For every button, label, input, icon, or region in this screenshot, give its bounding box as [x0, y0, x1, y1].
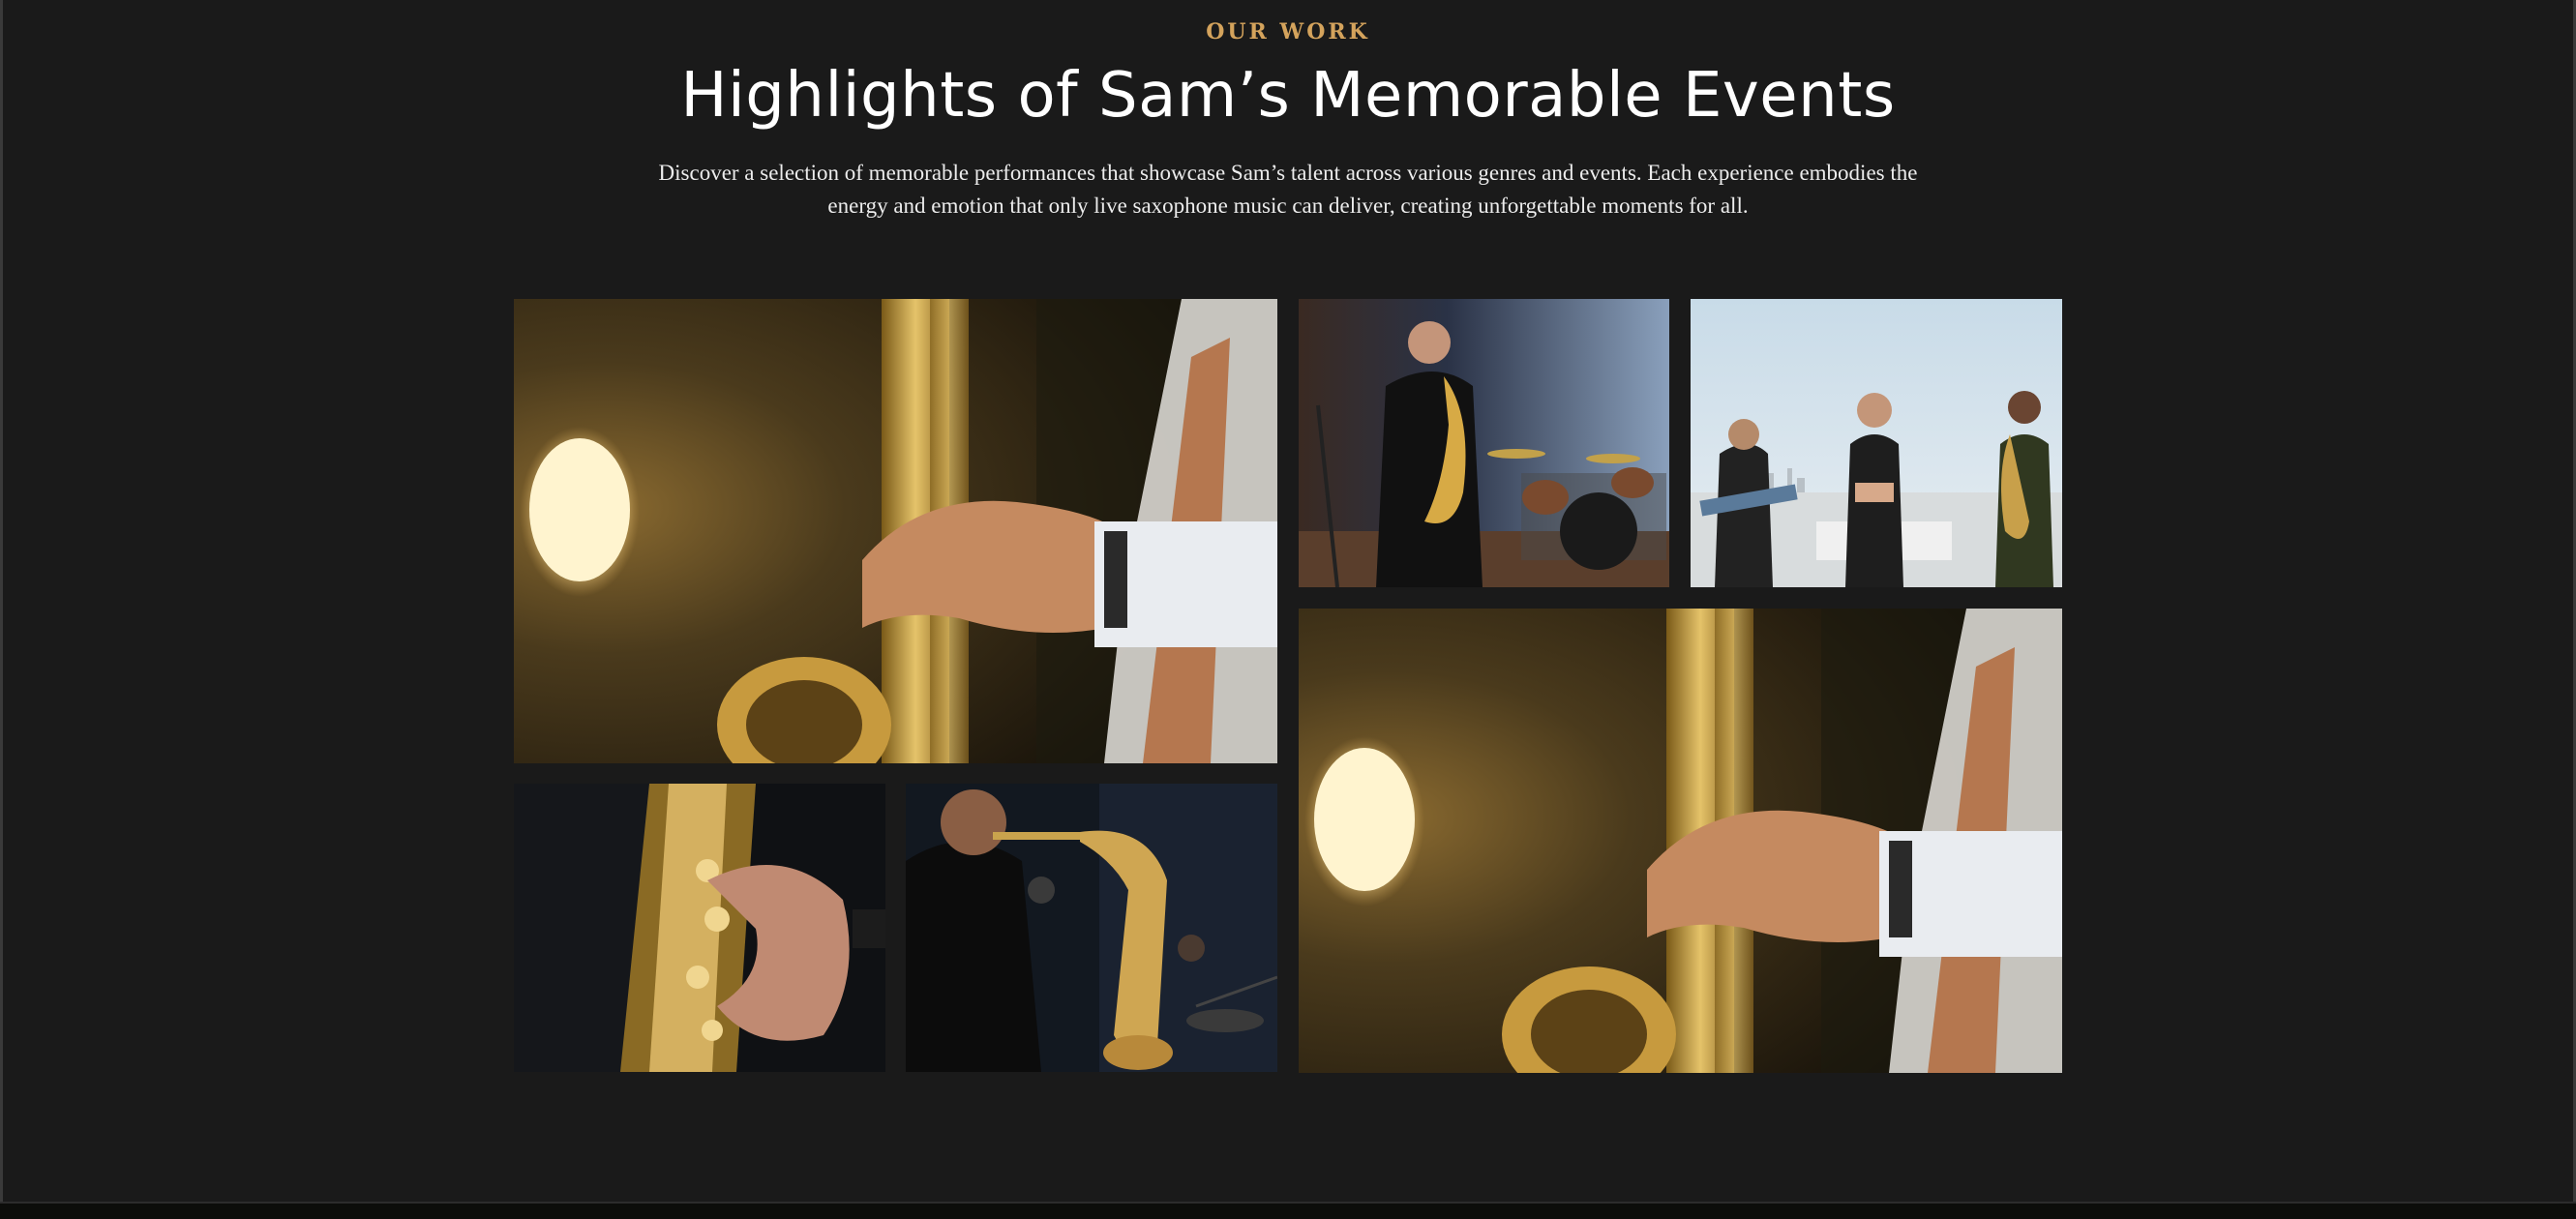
section-eyebrow: OUR WORK — [1206, 19, 1370, 45]
studio-saxophonist-photo — [1299, 299, 1669, 587]
gallery-image-mic-saxophonist[interactable] — [906, 784, 1277, 1072]
gallery-image-rooftop-band[interactable] — [1691, 299, 2062, 587]
frame-edge-left — [0, 0, 3, 1202]
sax-closeup-photo — [514, 299, 1277, 763]
gallery-image-sax-keys[interactable] — [514, 784, 885, 1072]
gallery-image-studio-saxophonist[interactable] — [1299, 299, 1669, 587]
mic-saxophonist-photo — [906, 784, 1277, 1072]
sax-keys-photo — [514, 784, 885, 1072]
sax-closeup-large-photo — [1299, 609, 2062, 1073]
footer-edge — [0, 1202, 2576, 1219]
gallery-image-sax-closeup-large[interactable] — [1299, 609, 2062, 1073]
gallery-image-sax-closeup[interactable] — [514, 299, 1277, 763]
section-description: Discover a selection of memorable perfor… — [658, 161, 1918, 218]
rooftop-band-photo — [1691, 299, 2062, 587]
page-title: Highlights of Sam’s Memorable Events — [680, 60, 1896, 132]
